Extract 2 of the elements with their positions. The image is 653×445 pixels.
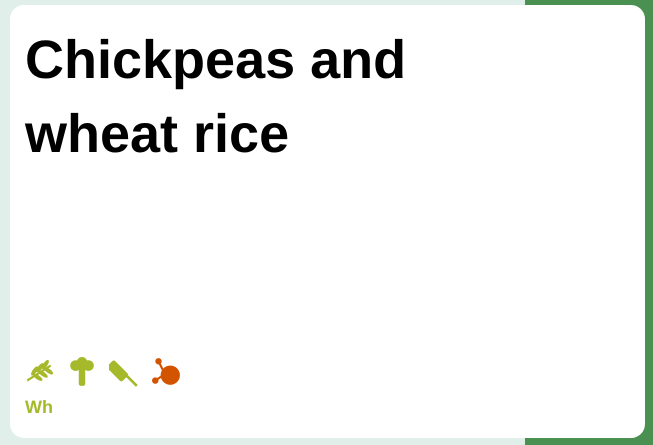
recipe-title: Chickpeas and wheat rice	[25, 29, 408, 166]
ingredient-label: Wh	[25, 397, 54, 418]
